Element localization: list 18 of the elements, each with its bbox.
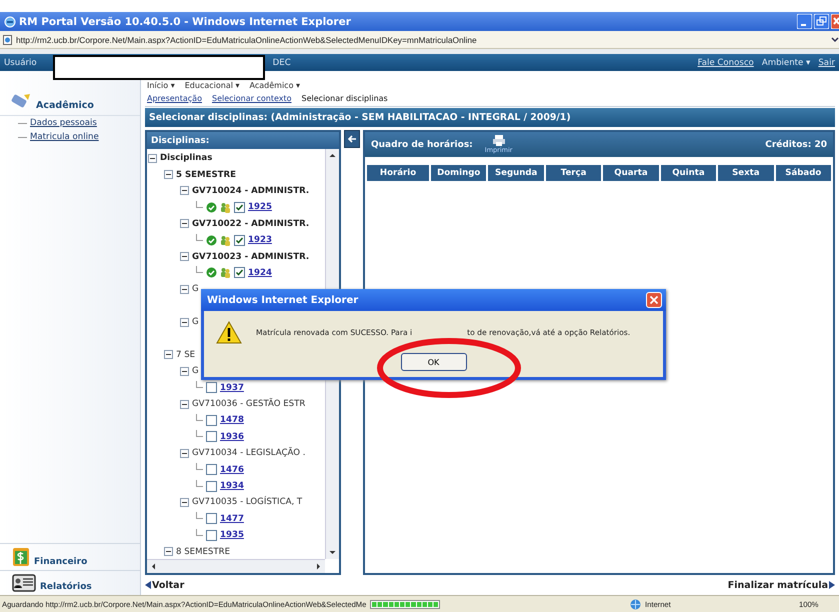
- column-header: Quinta: [660, 165, 716, 181]
- page-heading: Selecionar disciplinas: (Administração - SEM HABILITACAO - INTEGRAL / 2009/1): [145, 108, 835, 127]
- column-header: Quarta: [603, 165, 659, 181]
- panel-title: Disciplinas:: [151, 136, 210, 146]
- window-title: RM Portal Versão 10.40.5.0 - Windows Internet Explorer: [19, 16, 351, 28]
- credits-label: Créditos: 20: [765, 140, 827, 150]
- column-header: Domingo: [431, 165, 486, 181]
- user-name: DEC: [272, 58, 291, 68]
- column-header: Horário: [367, 165, 429, 181]
- column-header: Segunda: [488, 165, 544, 181]
- panel-title: Quadro de horários:: [371, 140, 473, 150]
- column-header: Sábado: [776, 165, 831, 181]
- user-label: Usuário: [4, 58, 37, 68]
- column-header: Terça: [546, 165, 602, 181]
- column-header: Sexta: [718, 165, 774, 181]
- dialog-title: Windows Internet Explorer: [207, 294, 358, 306]
- section-title: Acadêmico: [36, 100, 94, 111]
- url-text: http://rm2.ucb.br/Corpore.Net/Main.aspx?ActionID=EduMatriculaOnlineActionWeb&SelectedMenuIDKey=mnMatriculaOnline: [16, 34, 478, 44]
